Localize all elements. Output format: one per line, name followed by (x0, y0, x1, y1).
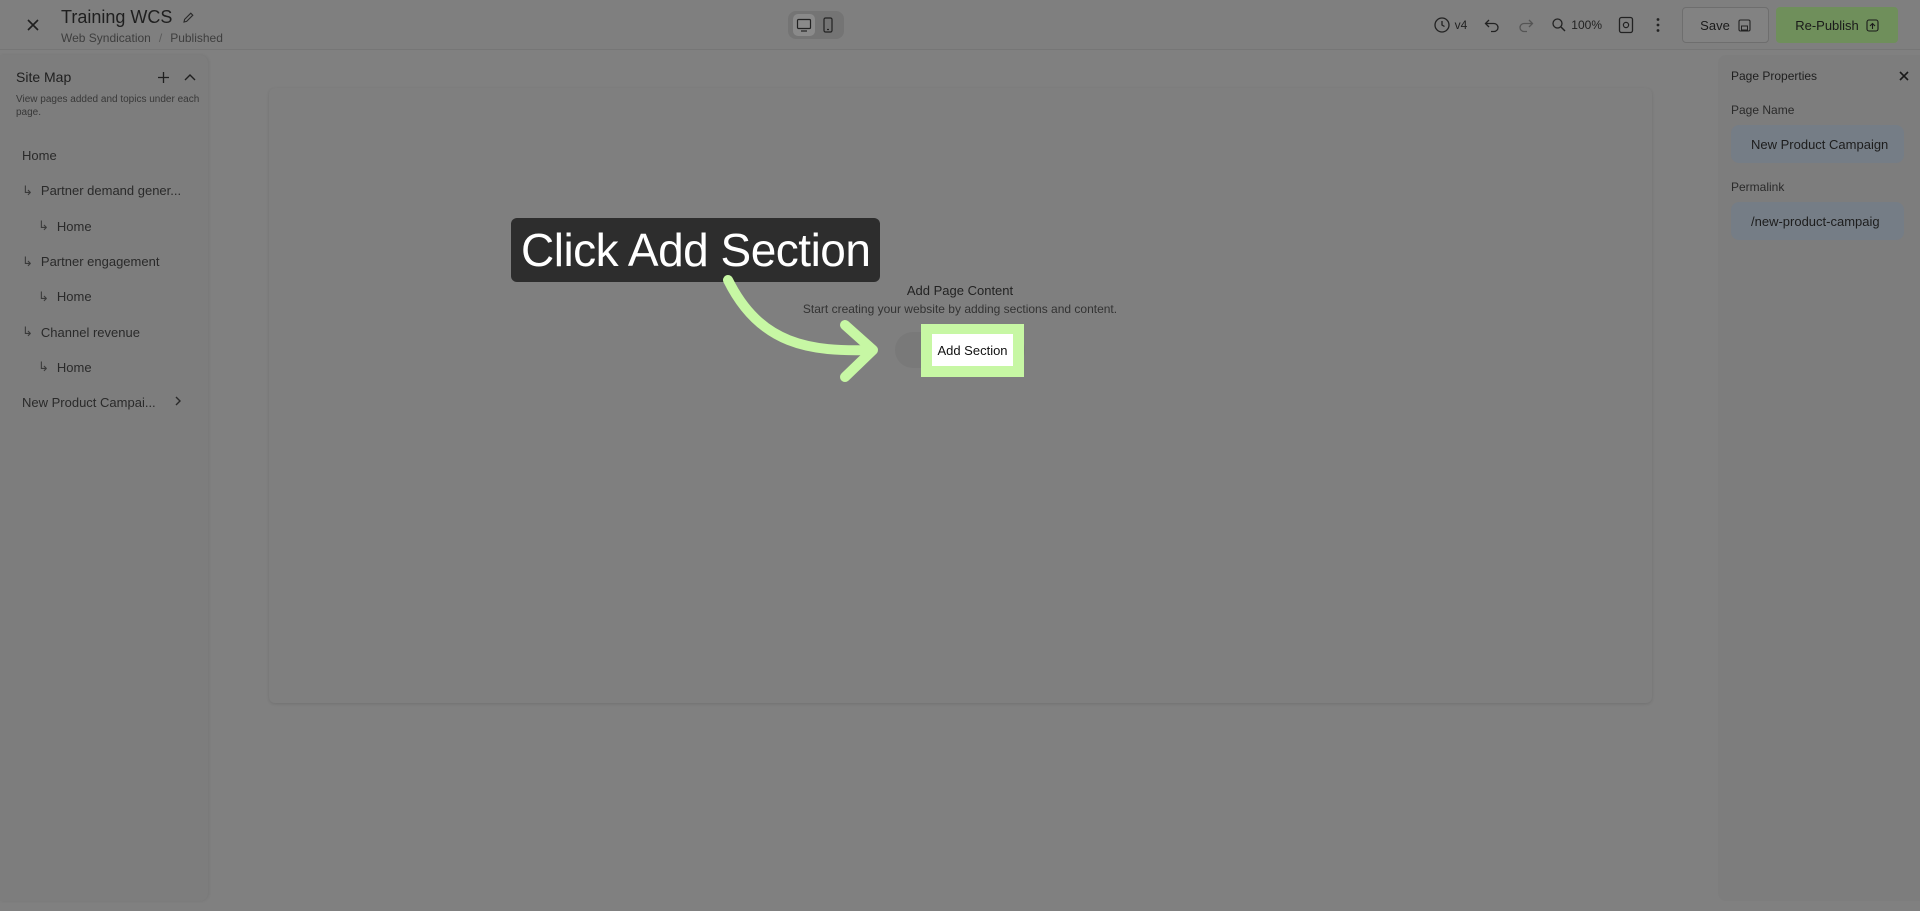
desktop-icon[interactable] (793, 14, 815, 36)
sidebar-item-partner-engagement[interactable]: ↳ Partner engagement (0, 244, 208, 279)
chevron-up-icon[interactable] (184, 73, 196, 81)
sub-arrow-icon: ↳ (22, 253, 33, 269)
clock-icon (1433, 17, 1450, 33)
magnifier-icon (1552, 18, 1566, 32)
sidebar-item-label: Home (22, 148, 57, 164)
more-options-icon[interactable] (1656, 17, 1660, 33)
sidebar-item-home[interactable]: ↳ Home (0, 209, 208, 244)
close-icon[interactable] (1899, 71, 1909, 81)
save-label: Save (1700, 17, 1730, 33)
properties-title: Page Properties (1731, 69, 1818, 83)
chevron-right-icon[interactable] (174, 395, 182, 407)
breadcrumb: Web Syndication / Published (61, 31, 223, 45)
sidebar-item-label: Home (56, 359, 92, 375)
tutorial-callout: Click Add Section (511, 218, 880, 282)
page-canvas[interactable] (269, 88, 1652, 703)
sub-arrow-icon: ↳ (22, 324, 33, 340)
version-history-button[interactable]: v4 (1433, 16, 1468, 34)
publish-status: Published (170, 31, 223, 45)
site-map-title: Site Map (16, 69, 72, 85)
site-map-header: Site Map (16, 69, 196, 85)
site-title: Training WCS (61, 7, 173, 27)
close-icon[interactable] (22, 14, 44, 36)
page-name-label: Page Name (1731, 103, 1795, 117)
sub-arrow-icon: ↳ (22, 182, 33, 198)
save-button[interactable]: Save (1682, 7, 1769, 43)
site-map-panel: Site Map View pages added and topics und… (0, 55, 208, 901)
republish-label: Re-Publish (1795, 17, 1859, 33)
title-block: Training WCS Web Syndication / Published (61, 7, 223, 45)
version-label: v4 (1454, 18, 1468, 32)
zoom-level: 100% (1571, 18, 1602, 32)
site-map-list: Home ↳ Partner demand gener... ↳ Home ↳ … (0, 138, 208, 420)
page-properties-panel: Page Properties Page Name New Product Ca… (1718, 55, 1920, 901)
mobile-icon[interactable] (817, 14, 839, 36)
preview-icon[interactable] (1618, 16, 1634, 34)
sidebar-item-channel-revenue[interactable]: ↳ Channel revenue (0, 314, 208, 349)
site-map-description: View pages added and topics under each p… (16, 94, 200, 118)
empty-state-title: Add Page Content (906, 283, 1014, 298)
sidebar-item-home[interactable]: Home (0, 138, 208, 173)
zoom-control[interactable]: 100% (1551, 17, 1602, 33)
sidebar-item-label: Home (56, 218, 92, 234)
publish-icon (1866, 18, 1879, 32)
sidebar-item-new-product-campaign[interactable]: New Product Campai... (0, 385, 208, 420)
sidebar-item-label: Home (56, 289, 92, 305)
device-toggle (788, 11, 844, 39)
republish-button[interactable]: Re-Publish (1776, 7, 1898, 43)
toolbar: v4 100% Save Re-Publish (1417, 7, 1898, 43)
plus-icon[interactable] (157, 71, 170, 84)
sub-arrow-icon: ↳ (38, 288, 49, 304)
page-name-input[interactable]: New Product Campaign (1731, 125, 1904, 163)
breadcrumb-separator: / (158, 31, 163, 45)
empty-state-subtitle: Start creating your website by adding se… (802, 302, 1118, 316)
sidebar-item-home[interactable]: ↳ Home (0, 279, 208, 314)
sidebar-item-label: Channel revenue (40, 324, 140, 340)
sidebar-item-partner-demand[interactable]: ↳ Partner demand gener... (0, 173, 208, 208)
breadcrumb-item[interactable]: Web Syndication (61, 31, 151, 45)
sidebar-item-label: New Product Campai... (22, 395, 156, 411)
sub-arrow-icon: ↳ (38, 359, 49, 375)
redo-icon[interactable] (1517, 16, 1535, 34)
page-title: Training WCS (61, 7, 223, 27)
floppy-icon (1738, 18, 1751, 32)
pencil-icon[interactable] (182, 11, 195, 24)
sub-arrow-icon: ↳ (38, 218, 49, 234)
properties-header: Page Properties (1731, 69, 1909, 83)
sidebar-item-home[interactable]: ↳ Home (0, 350, 208, 385)
permalink-input[interactable]: /new-product-campaig (1731, 202, 1904, 240)
add-section-button[interactable]: Add Section (932, 334, 1013, 366)
sidebar-item-label: Partner engagement (40, 254, 160, 270)
sidebar-item-label: Partner demand gener... (40, 183, 182, 199)
top-bar: Training WCS Web Syndication / Published… (0, 0, 1920, 50)
undo-icon[interactable] (1483, 16, 1501, 34)
permalink-label: Permalink (1731, 180, 1785, 194)
